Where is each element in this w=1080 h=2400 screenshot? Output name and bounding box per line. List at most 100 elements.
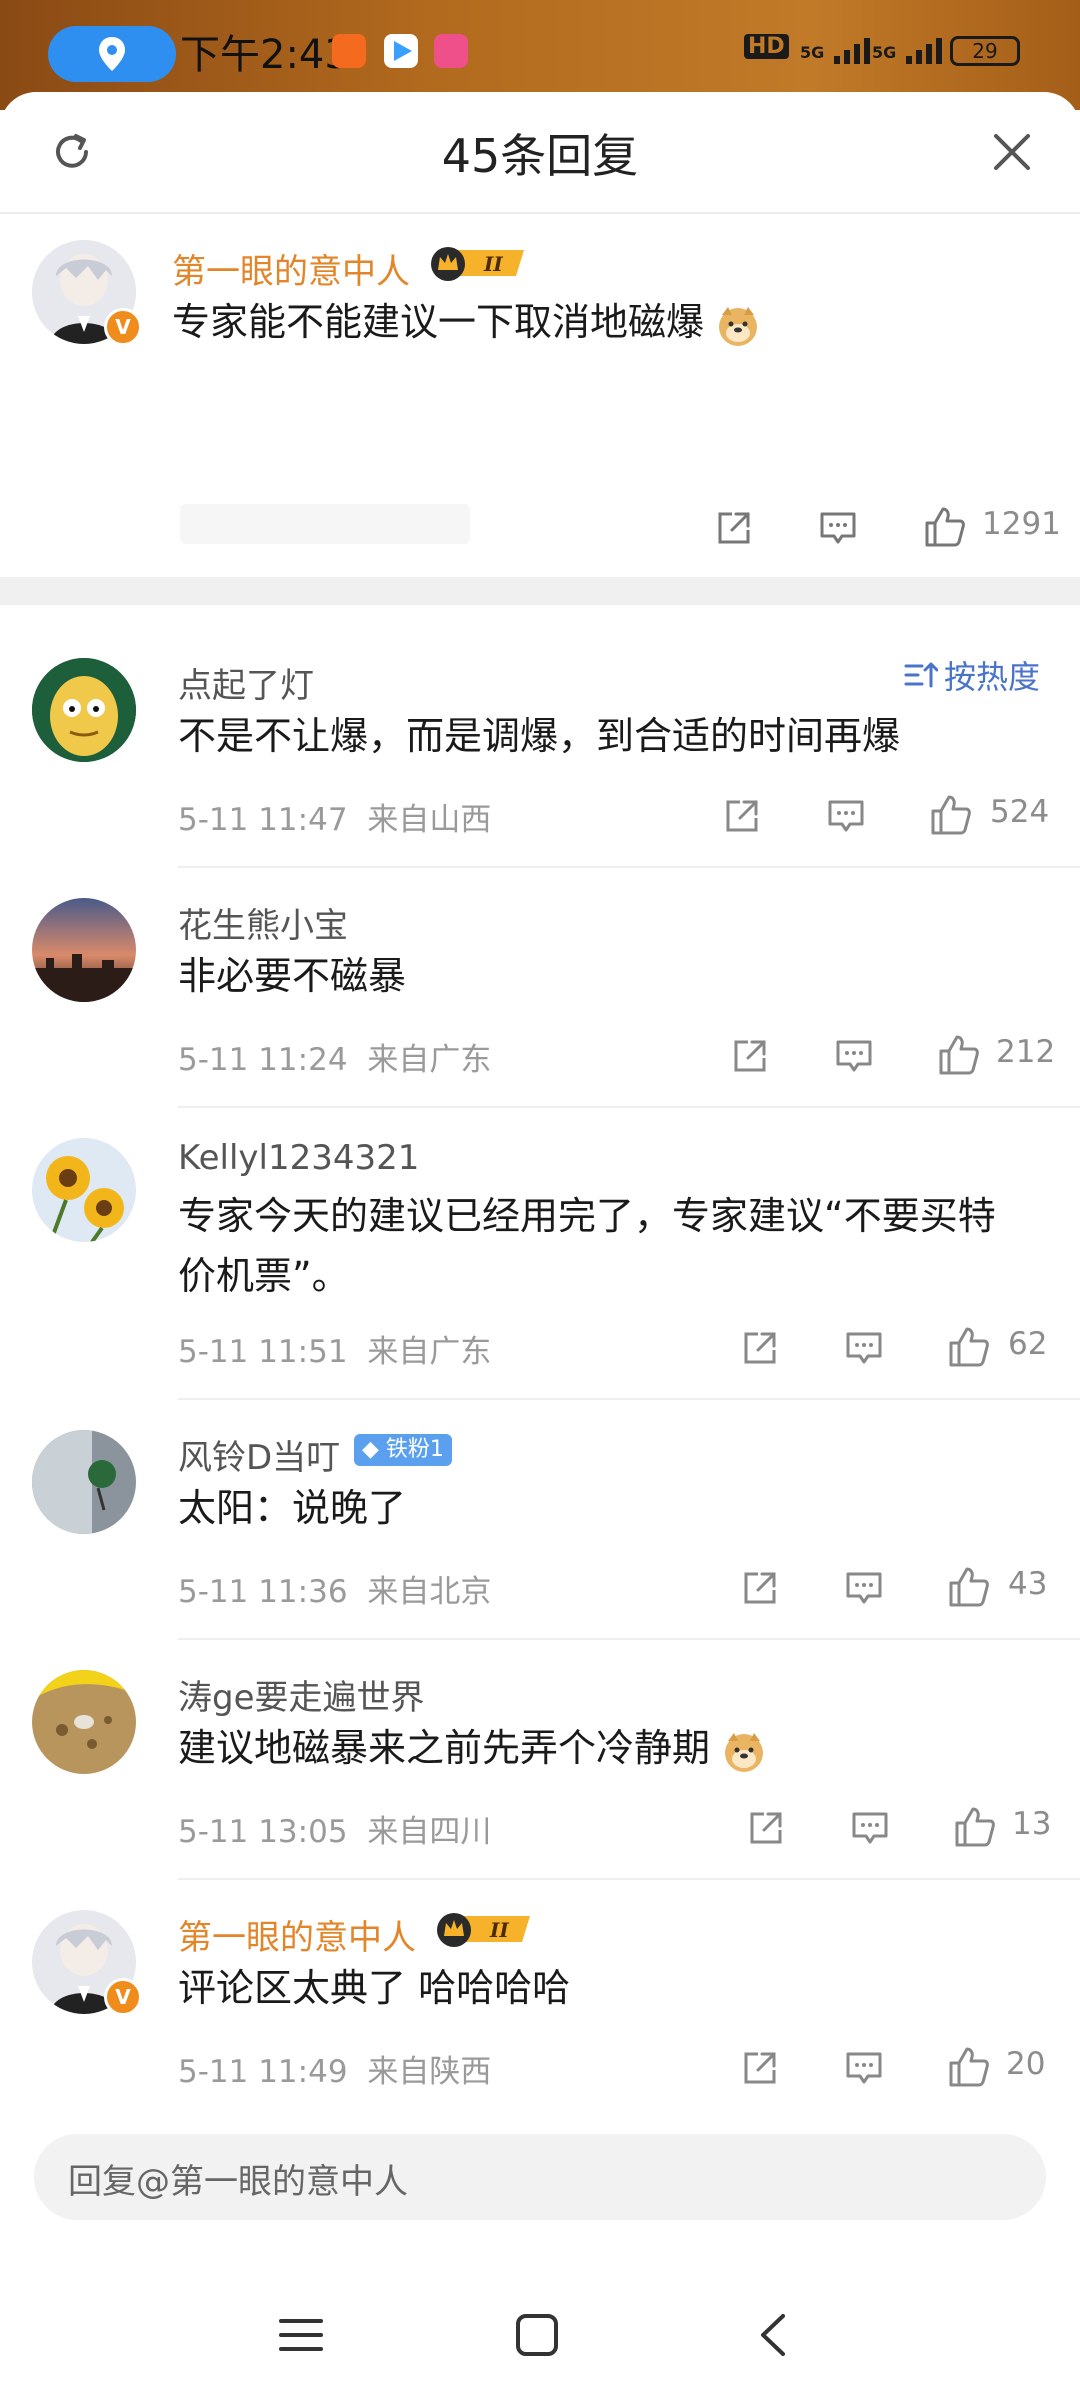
like-button[interactable]: [944, 1562, 994, 1612]
reply-placeholder: 回复@第一眼的意中人: [68, 2162, 408, 2202]
reply-author[interactable]: 第一眼的意中人: [178, 1910, 416, 1959]
share-button[interactable]: [726, 1032, 774, 1080]
like-count: 212: [996, 1034, 1056, 1070]
reply-location: 来自陕西: [367, 2054, 492, 2090]
share-icon: [734, 1040, 766, 1072]
divider: [178, 1638, 1080, 1640]
share-button[interactable]: [718, 792, 766, 840]
battery-indicator: 29: [950, 36, 1020, 66]
reply-author[interactable]: 涛ge要走遍世界: [178, 1670, 425, 1719]
reply-author[interactable]: 风铃D当叮: [178, 1430, 340, 1479]
reply-meta: 5-11 11:47 来自山西: [178, 794, 491, 839]
like-count: 524: [990, 794, 1050, 830]
share-button[interactable]: [736, 1324, 784, 1372]
comment-icon: [852, 1812, 888, 1844]
comment-icon: [828, 800, 864, 832]
verified-icon: V: [104, 1978, 142, 2016]
share-button[interactable]: [710, 504, 758, 552]
comment-button[interactable]: [840, 1564, 888, 1612]
reply-time: 5-11 11:49: [178, 2054, 348, 2090]
reply-location: 来自山西: [367, 802, 492, 838]
share-icon: [718, 512, 750, 544]
post-author[interactable]: 第一眼的意中人: [172, 244, 410, 293]
reply-author[interactable]: Kellyl1234321: [178, 1138, 419, 1178]
verified-icon: V: [104, 308, 142, 346]
comment-icon: [820, 512, 856, 544]
mi-app-icon: [332, 34, 366, 68]
reply-meta: 5-11 11:51 来自广东: [178, 1326, 491, 1371]
like-count: 20: [1006, 2046, 1046, 2082]
reply-input[interactable]: 回复@第一眼的意中人: [34, 2134, 1046, 2220]
share-icon: [744, 1572, 776, 1604]
reply-meta: 5-11 13:05 来自四川: [178, 1806, 491, 1851]
comment-button[interactable]: [840, 1324, 888, 1372]
doge-emoji-icon: [719, 306, 758, 346]
page-title: 45条回复: [441, 129, 639, 183]
like-icon: [949, 1567, 989, 1607]
share-button[interactable]: [736, 1564, 784, 1612]
share-icon: [750, 1812, 782, 1844]
comment-icon: [836, 1040, 872, 1072]
location-indicator[interactable]: [48, 26, 176, 82]
reply-meta: 5-11 11:36 来自北京: [178, 1566, 491, 1611]
reply-location: 来自四川: [367, 1814, 492, 1850]
like-button[interactable]: [944, 2042, 994, 2092]
like-icon: [931, 795, 971, 835]
like-button[interactable]: [934, 1030, 984, 1080]
avatar[interactable]: [32, 1430, 136, 1534]
reply-time: 5-11 11:47: [178, 802, 348, 838]
reply-location: 来自广东: [367, 1334, 492, 1370]
video-app-icon: [384, 34, 418, 68]
crown-badge-icon: II: [434, 1910, 536, 1948]
reply-text: 太阳：说晚了: [178, 1486, 407, 1530]
reply-author[interactable]: 花生熊小宝: [178, 898, 348, 947]
signal-5g-1: 5G: [800, 34, 882, 64]
reply-author[interactable]: 点起了灯: [178, 658, 314, 707]
comment-button[interactable]: [830, 1032, 878, 1080]
sort-button[interactable]: 按热度: [904, 652, 1040, 698]
share-button[interactable]: [742, 1804, 790, 1852]
reply-text: 专家今天的建议已经用完了，专家建议“不要买特价机票”。: [178, 1194, 996, 1298]
comment-button[interactable]: [814, 504, 862, 552]
back-button[interactable]: [738, 2300, 808, 2370]
avatar[interactable]: [32, 1670, 136, 1774]
reply-meta: 5-11 11:49 来自陕西: [178, 2046, 491, 2091]
share-icon: [744, 1332, 776, 1364]
like-button[interactable]: [944, 1322, 994, 1372]
comment-icon: [846, 2052, 882, 2084]
like-button[interactable]: [926, 790, 976, 840]
sheet-header: 45条回复: [0, 92, 1080, 214]
home-button[interactable]: [502, 2300, 572, 2370]
sort-label: 按热度: [943, 658, 1040, 696]
share-icon: [744, 2052, 776, 2084]
reply-text-content: 建议地磁暴来之前先弄个冷静期: [178, 1726, 711, 1770]
like-icon: [925, 507, 965, 547]
share-button[interactable]: [736, 2044, 784, 2092]
reply-location: 来自北京: [367, 1574, 492, 1610]
comment-button[interactable]: [846, 1804, 894, 1852]
post-text: 专家能不能建议一下取消地磁爆: [172, 292, 760, 352]
menu-icon: [279, 2319, 323, 2351]
like-button[interactable]: [920, 502, 970, 552]
avatar[interactable]: [32, 898, 136, 1002]
signal-5g-2-label: 5G: [872, 43, 897, 62]
reply-time: 5-11 11:51: [178, 1334, 348, 1370]
avatar[interactable]: [32, 658, 136, 762]
divider: [178, 1398, 1080, 1400]
comment-button[interactable]: [840, 2044, 888, 2092]
comment-icon: [846, 1332, 882, 1364]
home-icon: [516, 2314, 558, 2356]
comment-icon: [846, 1572, 882, 1604]
reply-text: 建议地磁暴来之前先弄个冷静期: [178, 1718, 766, 1778]
diamond-icon: ◆: [362, 1437, 379, 1462]
menu-button[interactable]: [266, 2300, 336, 2370]
close-button[interactable]: [984, 124, 1040, 180]
like-button[interactable]: [950, 1802, 1000, 1852]
signal-bars-icon: [905, 38, 942, 64]
like-icon: [949, 1327, 989, 1367]
reply-time: 5-11 11:36: [178, 1574, 348, 1610]
avatar[interactable]: [32, 1138, 136, 1242]
like-icon: [939, 1035, 979, 1075]
comment-button[interactable]: [822, 792, 870, 840]
like-icon: [955, 1807, 995, 1847]
